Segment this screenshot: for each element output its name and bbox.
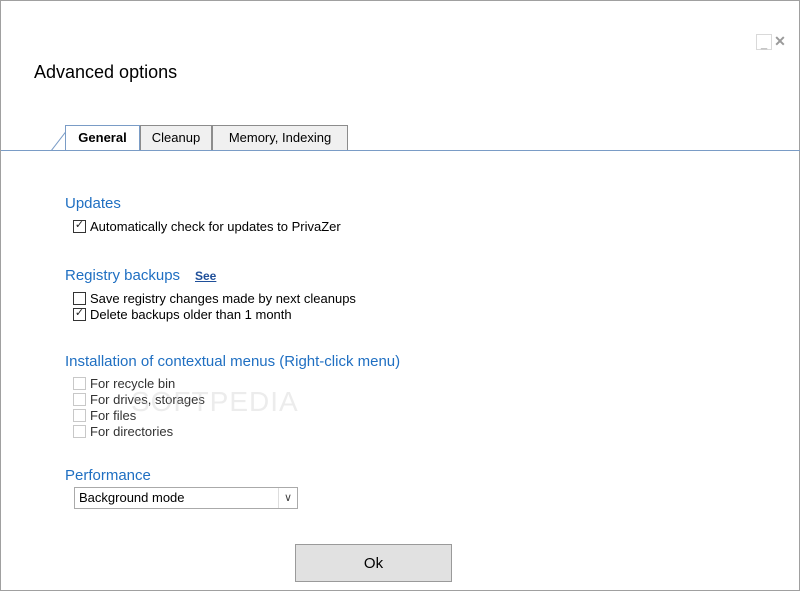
auto-check-updates-checkbox[interactable]: ✓ Automatically check for updates to Pri… <box>73 219 341 234</box>
performance-mode-select[interactable]: Background mode ∨ <box>74 487 298 509</box>
see-link[interactable]: See <box>195 269 216 283</box>
checkbox-box[interactable] <box>73 292 86 305</box>
checkbox-box[interactable] <box>73 393 86 406</box>
advanced-options-window: Advanced options _ ✕ General Cleanup Mem… <box>0 0 800 591</box>
ok-button[interactable]: Ok <box>295 544 452 582</box>
checkbox-box[interactable]: ✓ <box>73 219 86 233</box>
directories-label: For directories <box>90 424 174 439</box>
files-label: For files <box>90 408 137 423</box>
save-registry-changes-label: Save registry changes made by next clean… <box>90 291 356 306</box>
window-title: Advanced options <box>34 62 178 82</box>
chevron-down-icon[interactable]: ∨ <box>278 488 297 508</box>
checkbox-box[interactable] <box>73 377 86 390</box>
check-icon: ✓ <box>74 219 85 231</box>
tab-memory-indexing[interactable]: Memory, Indexing <box>212 125 348 150</box>
softpedia-watermark: SOFTPEDIA <box>131 386 299 417</box>
minimize-icon[interactable]: _ <box>756 34 772 50</box>
performance-heading: Performance <box>65 467 151 484</box>
checkbox-box[interactable]: ✓ <box>73 307 86 321</box>
files-checkbox[interactable]: For files <box>73 408 136 423</box>
check-icon: ✓ <box>74 307 85 319</box>
updates-heading: Updates <box>65 195 121 212</box>
close-icon[interactable]: ✕ <box>773 34 787 48</box>
context-menus-heading: Installation of contextual menus (Right-… <box>65 353 401 370</box>
checkbox-box[interactable] <box>73 425 86 438</box>
tab-cleanup[interactable]: Cleanup <box>140 125 212 150</box>
checkbox-box[interactable] <box>73 409 86 422</box>
delete-old-backups-label: Delete backups older than 1 month <box>90 307 292 322</box>
auto-check-updates-label: Automatically check for updates to Priva… <box>90 219 341 234</box>
tab-general[interactable]: General <box>65 125 140 151</box>
registry-backups-heading: Registry backups <box>65 267 181 284</box>
delete-old-backups-checkbox[interactable]: ✓ Delete backups older than 1 month <box>73 307 292 322</box>
performance-mode-value: Background mode <box>79 490 185 505</box>
directories-checkbox[interactable]: For directories <box>73 424 173 439</box>
save-registry-changes-checkbox[interactable]: Save registry changes made by next clean… <box>73 291 356 306</box>
tab-divider <box>1 150 800 151</box>
